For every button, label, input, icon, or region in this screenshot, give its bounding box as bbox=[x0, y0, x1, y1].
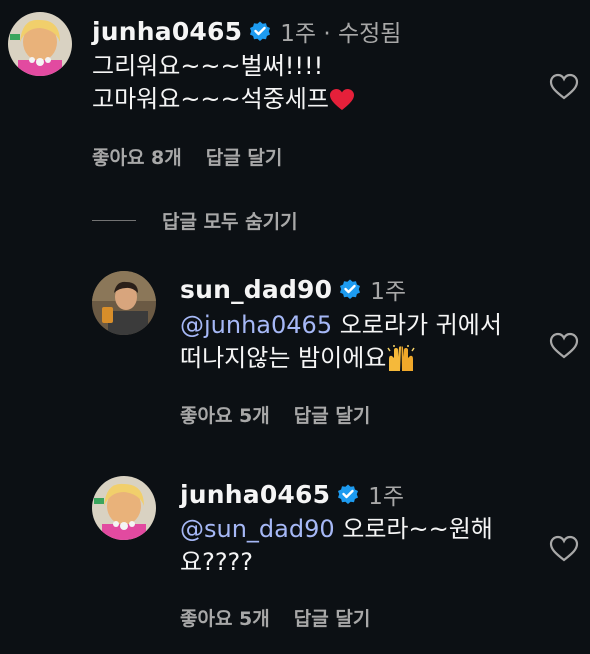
raised-hands-emoji bbox=[387, 345, 415, 371]
username[interactable]: junha0465 bbox=[180, 480, 330, 509]
reply-text: @junha0465 오로라가 귀에서 떠나지않는 밤이에요 bbox=[180, 309, 502, 375]
red-heart-emoji bbox=[329, 89, 354, 110]
reply-header: junha0465 1주 bbox=[180, 477, 404, 511]
reply-line-1: @junha0465 오로라가 귀에서 bbox=[180, 311, 502, 339]
reply-line-1: @sun_dad90 오로라~~원해 bbox=[180, 515, 493, 543]
comment-header: junha0465 1주 · 수정됨 bbox=[92, 14, 401, 48]
mention-link[interactable]: @sun_dad90 bbox=[180, 515, 335, 543]
username[interactable]: sun_dad90 bbox=[180, 275, 332, 304]
hide-replies-row[interactable]: 답글 모두 숨기기 bbox=[92, 207, 298, 234]
likes-count[interactable]: 좋아요 5개 bbox=[180, 405, 270, 427]
comment-meta: 1주 · 수정됨 bbox=[280, 21, 402, 47]
avatar[interactable] bbox=[8, 12, 72, 76]
likes-count[interactable]: 좋아요 8개 bbox=[92, 147, 182, 169]
verified-badge-icon bbox=[338, 484, 359, 504]
mention-link[interactable]: @junha0465 bbox=[180, 311, 332, 339]
comment-line-2: 고마워요~~~석중세프 bbox=[92, 83, 355, 116]
avatar[interactable] bbox=[92, 476, 156, 540]
comment-text: 그리워요~~~벌써!!!! 고마워요~~~석중세프 bbox=[92, 50, 355, 116]
reply-header: sun_dad90 1주 bbox=[180, 272, 406, 306]
likes-count[interactable]: 좋아요 5개 bbox=[180, 608, 270, 630]
reply-line-2: 떠나지않는 밤이에요 bbox=[180, 342, 502, 375]
heart-outline-icon[interactable] bbox=[549, 535, 579, 563]
heart-outline-icon[interactable] bbox=[549, 73, 579, 101]
heart-outline-icon[interactable] bbox=[549, 332, 579, 360]
comment-line-1: 그리워요~~~벌써!!!! bbox=[92, 52, 324, 80]
avatar[interactable] bbox=[92, 271, 156, 335]
reply-text: @sun_dad90 오로라~~원해 요???? bbox=[180, 513, 493, 579]
verified-badge-icon bbox=[340, 279, 361, 299]
comment-actions: 좋아요 8개 답글 달기 bbox=[92, 143, 306, 170]
divider-line bbox=[92, 220, 136, 221]
verified-badge-icon bbox=[250, 21, 271, 41]
username[interactable]: junha0465 bbox=[92, 17, 242, 46]
reply-line-2: 요???? bbox=[180, 548, 254, 576]
reply-button[interactable]: 답글 달기 bbox=[294, 405, 371, 427]
reply-button[interactable]: 답글 달기 bbox=[206, 147, 283, 169]
hide-replies-button[interactable]: 답글 모두 숨기기 bbox=[162, 207, 298, 234]
reply-actions: 좋아요 5개 답글 달기 bbox=[180, 604, 394, 631]
reply-meta: 1주 bbox=[370, 279, 407, 305]
reply-meta: 1주 bbox=[368, 484, 405, 510]
reply-actions: 좋아요 5개 답글 달기 bbox=[180, 401, 394, 428]
reply-button[interactable]: 답글 달기 bbox=[294, 608, 371, 630]
